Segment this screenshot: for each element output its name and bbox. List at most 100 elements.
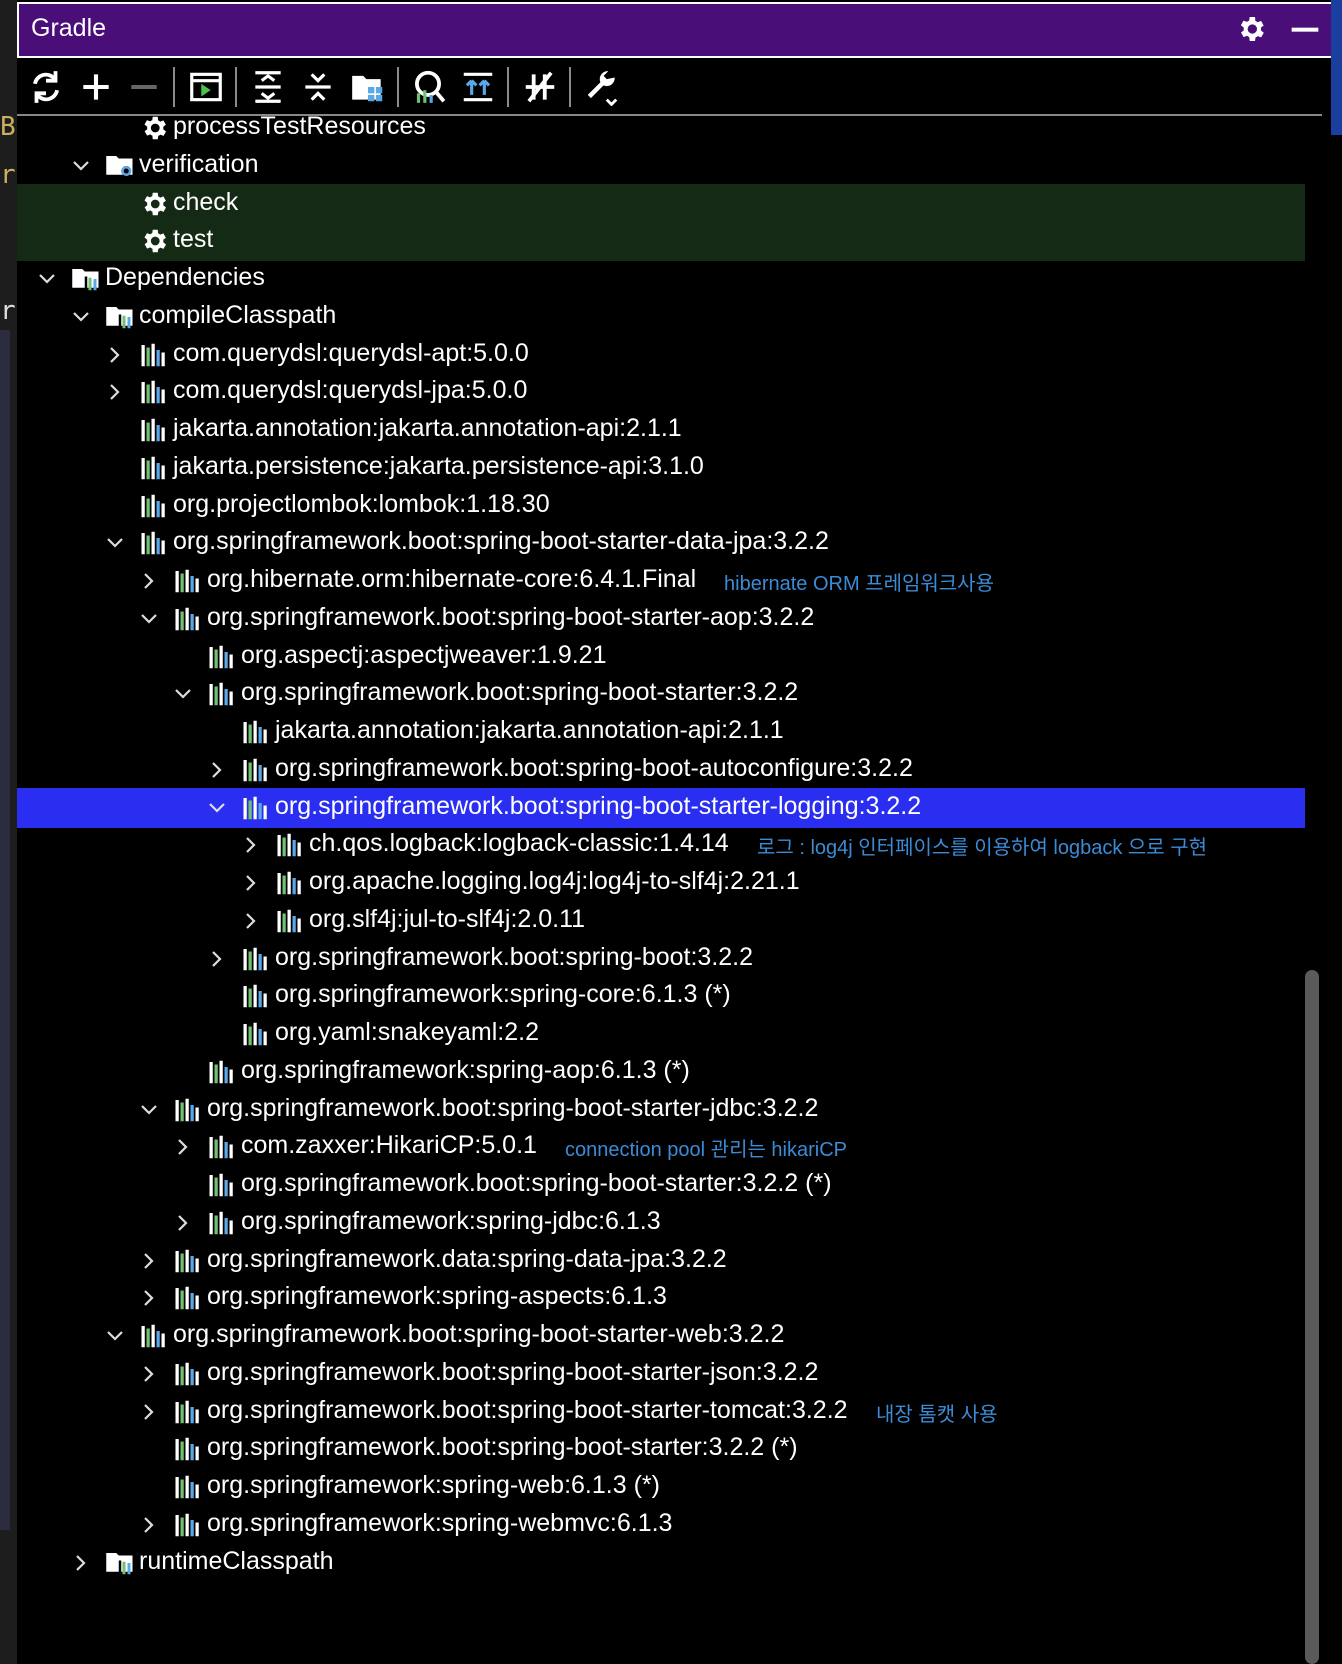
chevron-right-icon[interactable] bbox=[139, 1251, 159, 1271]
tree-row[interactable]: org.springframework.data:spring-data-jpa… bbox=[17, 1241, 1305, 1281]
library-icon bbox=[173, 1246, 203, 1276]
tree-row[interactable]: org.springframework.boot:spring-boot-sta… bbox=[17, 1354, 1305, 1394]
tree-row[interactable]: org.springframework.boot:spring-boot:3.2… bbox=[17, 939, 1305, 979]
annotation-note: hibernate ORM 프레임워크사용 bbox=[724, 573, 994, 595]
tree-row-label: org.springframework.boot:spring-boot-sta… bbox=[173, 527, 829, 556]
tree-row[interactable]: jakarta.annotation:jakarta.annotation-ap… bbox=[17, 712, 1305, 752]
chevron-right-icon[interactable] bbox=[139, 1364, 159, 1384]
annotation-note: 내장 톰캣 사용 bbox=[876, 1403, 998, 1426]
chevron-down-icon[interactable] bbox=[71, 156, 91, 176]
chevron-right-icon[interactable] bbox=[173, 1213, 193, 1233]
library-icon bbox=[173, 1510, 203, 1540]
tree-row-label: org.springframework:spring-core:6.1.3 (*… bbox=[275, 980, 731, 1009]
tree-row[interactable]: processTestResources bbox=[17, 116, 1305, 148]
expand-all-icon[interactable] bbox=[249, 68, 287, 106]
tree-row-label: ch.qos.logback:logback-classic:1.4.14 bbox=[309, 829, 729, 858]
chevron-down-icon[interactable] bbox=[105, 1326, 125, 1346]
library-icon bbox=[275, 868, 305, 898]
chevron-right-icon[interactable] bbox=[105, 345, 125, 365]
tree-row[interactable]: com.querydsl:querydsl-apt:5.0.0 bbox=[17, 335, 1305, 375]
chevron-down-icon[interactable] bbox=[71, 307, 91, 327]
tree-row[interactable]: org.aspectj:aspectjweaver:1.9.21 bbox=[17, 637, 1305, 677]
tree-row[interactable]: org.springframework:spring-core:6.1.3 (*… bbox=[17, 976, 1305, 1016]
tree-row[interactable]: org.springframework:spring-aspects:6.1.3 bbox=[17, 1278, 1305, 1318]
chevron-down-icon[interactable] bbox=[173, 684, 193, 704]
tree-row[interactable]: Dependencies bbox=[17, 259, 1305, 299]
tree-row[interactable]: org.apache.logging.log4j:log4j-to-slf4j:… bbox=[17, 863, 1305, 903]
chevron-right-icon[interactable] bbox=[139, 571, 159, 591]
dependencies-icon[interactable] bbox=[459, 68, 497, 106]
refresh-icon[interactable] bbox=[27, 68, 65, 106]
tree-row[interactable]: org.springframework:spring-aop:6.1.3 (*) bbox=[17, 1052, 1305, 1092]
chevron-right-icon[interactable] bbox=[173, 1137, 193, 1157]
tree-row[interactable]: org.springframework:spring-webmvc:6.1.3 bbox=[17, 1505, 1305, 1545]
chevron-right-icon[interactable] bbox=[139, 1288, 159, 1308]
annotation-note: connection pool 관리는 hikariCP bbox=[565, 1139, 847, 1162]
chevron-right-icon[interactable] bbox=[241, 835, 261, 855]
collapse-all-icon[interactable] bbox=[299, 68, 337, 106]
minus-icon[interactable] bbox=[125, 68, 163, 106]
chevron-right-icon[interactable] bbox=[105, 382, 125, 402]
tree-row[interactable]: runtimeClasspath bbox=[17, 1543, 1305, 1583]
analyze-icon[interactable] bbox=[409, 68, 447, 106]
tree-row[interactable]: org.projectlombok:lombok:1.18.30 bbox=[17, 486, 1305, 526]
tree-row[interactable]: org.hibernate.orm:hibernate-core:6.4.1.F… bbox=[17, 561, 1305, 601]
tree-row[interactable]: org.springframework.boot:spring-boot-sta… bbox=[17, 599, 1305, 639]
tree-row-label: org.yaml:snakeyaml:2.2 bbox=[275, 1018, 540, 1046]
chevron-down-icon[interactable] bbox=[105, 533, 125, 553]
tree-row-label: org.springframework:spring-jdbc:6.1.3 bbox=[241, 1206, 661, 1235]
tree-row[interactable]: compileClasspath bbox=[17, 297, 1305, 337]
minimize-icon[interactable] bbox=[1289, 13, 1321, 45]
chevron-down-icon[interactable] bbox=[139, 1100, 159, 1120]
tree-row[interactable]: com.querydsl:querydsl-jpa:5.0.0 bbox=[17, 372, 1305, 412]
tree-row[interactable]: org.springframework.boot:spring-boot-sta… bbox=[17, 787, 1305, 828]
tree-row[interactable]: org.springframework:spring-web:6.1.3 (*) bbox=[17, 1467, 1305, 1507]
tree-row[interactable]: org.slf4j:jul-to-slf4j:2.0.11 bbox=[17, 901, 1305, 941]
tree-row[interactable]: verification bbox=[17, 146, 1305, 186]
plus-icon[interactable] bbox=[77, 68, 115, 106]
tool-window-title-bar: Gradle bbox=[17, 2, 1333, 58]
tree-row[interactable]: org.springframework.boot:spring-boot-sta… bbox=[17, 1429, 1305, 1469]
settings-gear-icon[interactable] bbox=[1235, 13, 1267, 45]
chevron-right-icon[interactable] bbox=[241, 873, 261, 893]
tree-row-label: org.springframework.boot:spring-boot-sta… bbox=[207, 1433, 798, 1462]
chevron-down-icon[interactable] bbox=[207, 798, 227, 818]
chevron-right-icon[interactable] bbox=[139, 1402, 159, 1422]
tree-row[interactable]: jakarta.annotation:jakarta.annotation-ap… bbox=[17, 410, 1305, 450]
tree-row[interactable]: org.springframework.boot:spring-boot-sta… bbox=[17, 1316, 1305, 1356]
folder-group-icon[interactable] bbox=[349, 68, 387, 106]
tree-row[interactable]: org.springframework.boot:spring-boot-sta… bbox=[17, 1165, 1305, 1205]
tree-row-label: com.querydsl:querydsl-jpa:5.0.0 bbox=[173, 376, 528, 405]
tree-row[interactable]: test bbox=[17, 221, 1305, 262]
chevron-right-icon[interactable] bbox=[71, 1553, 91, 1573]
tree-row[interactable]: org.springframework.boot:spring-boot-aut… bbox=[17, 750, 1305, 790]
chevron-right-icon[interactable] bbox=[241, 911, 261, 931]
chevron-right-icon[interactable] bbox=[139, 1515, 159, 1535]
tree-row[interactable]: org.springframework:spring-jdbc:6.1.3 bbox=[17, 1203, 1305, 1243]
chevron-right-icon[interactable] bbox=[207, 760, 227, 780]
folder-library-icon bbox=[105, 302, 135, 332]
tree-row[interactable]: org.springframework.boot:spring-boot-sta… bbox=[17, 674, 1305, 714]
chevron-right-icon[interactable] bbox=[207, 949, 227, 969]
tree-row[interactable]: org.springframework.boot:spring-boot-sta… bbox=[17, 1090, 1305, 1130]
tree-row[interactable]: com.zaxxer:HikariCP:5.0.1 connection pool… bbox=[17, 1127, 1305, 1167]
gradle-toolbar bbox=[17, 58, 1333, 116]
wrench-icon[interactable] bbox=[583, 68, 621, 107]
tree-row[interactable]: org.springframework.boot:spring-boot-sta… bbox=[17, 1392, 1305, 1432]
chevron-down-icon[interactable] bbox=[37, 269, 57, 289]
offline-icon[interactable] bbox=[521, 68, 559, 106]
run-terminal-icon[interactable] bbox=[187, 68, 225, 106]
tree-row[interactable]: jakarta.persistence:jakarta.persistence-… bbox=[17, 448, 1305, 488]
library-icon bbox=[173, 1283, 203, 1313]
chevron-down-icon[interactable] bbox=[139, 609, 159, 629]
tree-row[interactable]: org.yaml:snakeyaml:2.2 bbox=[17, 1014, 1305, 1054]
library-icon bbox=[207, 1057, 237, 1087]
tree-row-label: org.springframework.boot:spring-boot-sta… bbox=[207, 1395, 848, 1424]
library-icon bbox=[241, 755, 271, 785]
library-icon bbox=[207, 1208, 237, 1238]
tree-row[interactable]: check bbox=[17, 183, 1305, 224]
tree-row[interactable]: ch.qos.logback:logback-classic:1.4.14 로그 … bbox=[17, 825, 1305, 865]
tree-row[interactable]: org.springframework.boot:spring-boot-sta… bbox=[17, 523, 1305, 563]
vertical-scrollbar[interactable] bbox=[1305, 970, 1319, 1664]
panel-title: Gradle bbox=[31, 14, 107, 42]
